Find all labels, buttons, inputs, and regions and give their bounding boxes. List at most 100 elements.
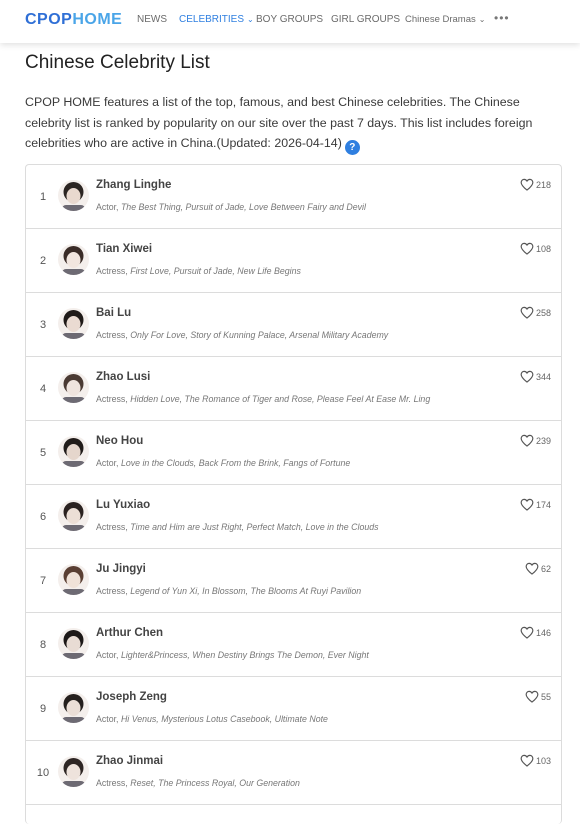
like-count: 108 — [535, 243, 551, 254]
rank-number: 1 — [39, 191, 47, 203]
rank-number: 10 — [36, 767, 50, 779]
heart-icon — [520, 242, 534, 255]
celebrity-list: 1 Zhang Linghe Actor, The Best Thing, Pu… — [25, 164, 562, 824]
celebrity-avatar[interactable] — [58, 436, 89, 467]
celebrity-row[interactable]: 1 Zhang Linghe Actor, The Best Thing, Pu… — [26, 165, 561, 229]
celebrity-avatar[interactable] — [58, 180, 89, 211]
celebrity-row[interactable]: 6 Lu Yuxiao Actress, Time and Him are Ju… — [26, 485, 561, 549]
celebrity-avatar[interactable] — [58, 244, 89, 275]
like-button[interactable]: 62 — [525, 562, 551, 575]
nav-girl-groups[interactable]: GIRL GROUPS — [331, 14, 400, 25]
celebrity-name[interactable]: Joseph Zeng — [96, 691, 167, 703]
celebrity-role: Actor, — [96, 202, 121, 212]
celebrity-row[interactable]: 2 Tian Xiwei Actress, First Love, Pursui… — [26, 229, 561, 293]
nav-celebrities-label: CELEBRITIES — [179, 14, 245, 25]
celebrity-meta: Actress, First Love, Pursuit of Jade, Ne… — [96, 266, 301, 276]
celebrity-works: Hi Venus, Mysterious Lotus Casebook, Ult… — [120, 714, 328, 724]
like-count: 62 — [540, 563, 551, 574]
celebrity-row[interactable]: 8 Arthur Chen Actor, Lighter&Princess, W… — [26, 613, 561, 677]
heart-icon — [520, 498, 534, 511]
celebrity-avatar[interactable] — [58, 756, 89, 787]
celebrity-name[interactable]: Lu Yuxiao — [96, 499, 150, 511]
like-button[interactable]: 108 — [520, 242, 551, 255]
celebrity-works: Legend of Yun Xi, In Blossom, The Blooms… — [130, 586, 362, 596]
celebrity-avatar[interactable] — [58, 628, 89, 659]
heart-icon — [520, 626, 534, 639]
nav-boy-groups-label: BOY GROUPS — [256, 14, 324, 25]
like-button[interactable]: 239 — [520, 434, 551, 447]
heart-icon — [520, 370, 534, 383]
celebrity-works: Love in the Clouds, Back From the Brink,… — [120, 458, 351, 468]
nav-news-label: NEWS — [137, 14, 167, 25]
like-count: 344 — [535, 371, 551, 382]
celebrity-name[interactable]: Bai Lu — [96, 307, 131, 319]
like-button[interactable]: 258 — [520, 306, 551, 319]
nav-celebrities[interactable]: CELEBRITIES ⌄ — [179, 14, 254, 25]
celebrity-works: Only For Love, Story of Kunning Palace, … — [130, 330, 389, 340]
like-count: 103 — [535, 755, 551, 766]
celebrity-row[interactable]: 9 Joseph Zeng Actor, Hi Venus, Mysteriou… — [26, 677, 561, 741]
celebrity-row[interactable]: 3 Bai Lu Actress, Only For Love, Story o… — [26, 293, 561, 357]
celebrity-name[interactable]: Zhang Linghe — [96, 179, 171, 191]
celebrity-role: Actress, — [96, 330, 131, 340]
celebrity-works: First Love, Pursuit of Jade, New Life Be… — [130, 266, 301, 276]
rank-number: 8 — [39, 639, 47, 651]
celebrity-role: Actor, — [96, 458, 121, 468]
celebrity-avatar[interactable] — [58, 692, 89, 723]
nav-chinese-dramas-label: Chinese Dramas — [405, 14, 476, 25]
rank-number: 2 — [39, 255, 47, 267]
like-count: 146 — [535, 627, 551, 638]
heart-icon — [525, 690, 539, 703]
like-count: 174 — [535, 499, 551, 510]
celebrity-name[interactable]: Zhao Jinmai — [96, 755, 163, 767]
page-title: Chinese Celebrity List — [25, 52, 210, 73]
celebrity-works: Hidden Love, The Romance of Tiger and Ro… — [130, 394, 431, 404]
nav-boy-groups[interactable]: BOY GROUPS — [256, 14, 323, 25]
like-button[interactable]: 344 — [520, 370, 551, 383]
like-button[interactable]: 55 — [525, 690, 551, 703]
like-button[interactable]: 103 — [520, 754, 551, 767]
celebrity-row[interactable]: 4 Zhao Lusi Actress, Hidden Love, The Ro… — [26, 357, 561, 421]
like-count: 55 — [540, 691, 551, 702]
page-intro: CPOP HOME features a list of the top, fa… — [25, 92, 560, 155]
celebrity-role: Actress, — [96, 266, 131, 276]
celebrity-works: The Best Thing, Pursuit of Jade, Love Be… — [120, 202, 366, 212]
site-logo[interactable]: CPOPHOME — [25, 11, 122, 29]
logo-text-home: HOME — [72, 11, 123, 28]
celebrity-avatar[interactable] — [58, 564, 89, 595]
heart-icon — [520, 434, 534, 447]
celebrity-name[interactable]: Arthur Chen — [96, 627, 163, 639]
celebrity-meta: Actress, Time and Him are Just Right, Pe… — [96, 522, 379, 532]
like-button[interactable]: 146 — [520, 626, 551, 639]
intro-text: CPOP HOME features a list of the top, fa… — [25, 95, 533, 150]
like-count: 239 — [535, 435, 551, 446]
celebrity-meta: Actress, Reset, The Princess Royal, Our … — [96, 778, 300, 788]
help-icon[interactable]: ? — [344, 140, 360, 155]
celebrity-works: Time and Him are Just Right, Perfect Mat… — [130, 522, 379, 532]
celebrity-name[interactable]: Tian Xiwei — [96, 243, 152, 255]
celebrity-meta: Actor, Hi Venus, Mysterious Lotus Casebo… — [96, 714, 328, 724]
like-button[interactable]: 174 — [520, 498, 551, 511]
celebrity-row[interactable]: 10 Zhao Jinmai Actress, Reset, The Princ… — [26, 741, 561, 805]
heart-icon — [520, 306, 534, 319]
celebrity-name[interactable]: Ju Jingyi — [96, 563, 146, 575]
celebrity-role: Actress, — [96, 778, 131, 788]
celebrity-meta: Actor, Love in the Clouds, Back From the… — [96, 458, 350, 468]
chevron-down-icon: ⌄ — [478, 15, 486, 24]
celebrity-role: Actress, — [96, 586, 131, 596]
celebrity-role: Actor, — [96, 650, 121, 660]
celebrity-name[interactable]: Zhao Lusi — [96, 371, 150, 383]
celebrity-avatar[interactable] — [58, 372, 89, 403]
nav-news[interactable]: NEWS — [137, 14, 167, 25]
more-menu-icon[interactable]: ••• — [494, 11, 510, 25]
celebrity-avatar[interactable] — [58, 308, 89, 339]
celebrity-meta: Actress, Legend of Yun Xi, In Blossom, T… — [96, 586, 361, 596]
celebrity-works: Lighter&Princess, When Destiny Brings Th… — [120, 650, 369, 660]
celebrity-avatar[interactable] — [58, 500, 89, 531]
celebrity-row[interactable]: 5 Neo Hou Actor, Love in the Clouds, Bac… — [26, 421, 561, 485]
nav-chinese-dramas[interactable]: Chinese Dramas ⌄ — [405, 14, 485, 25]
heart-icon — [520, 754, 534, 767]
like-button[interactable]: 218 — [520, 178, 551, 191]
celebrity-name[interactable]: Neo Hou — [96, 435, 143, 447]
celebrity-row[interactable]: 7 Ju Jingyi Actress, Legend of Yun Xi, I… — [26, 549, 561, 613]
